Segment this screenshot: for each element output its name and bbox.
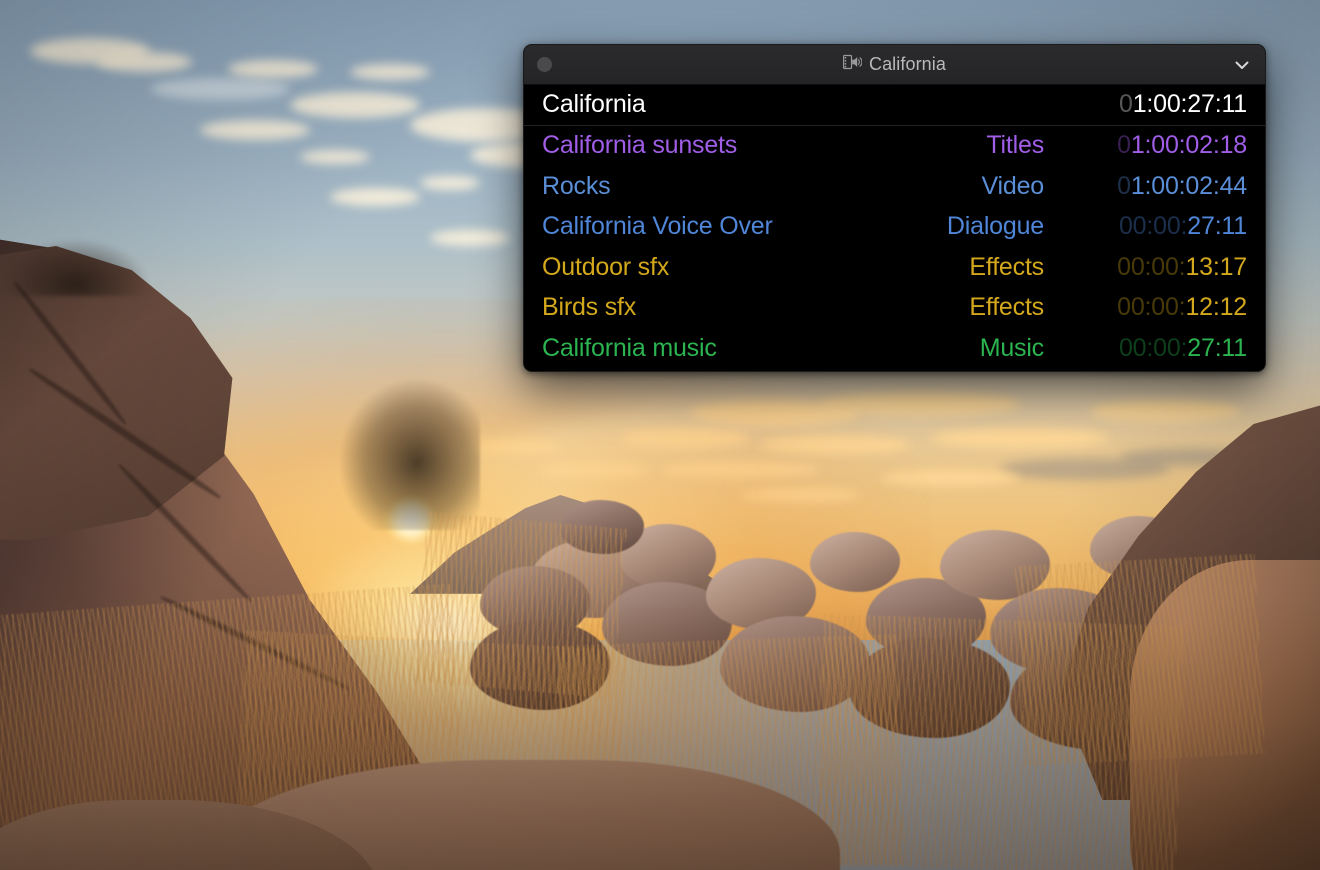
titlebar-title-group: California: [524, 54, 1265, 76]
silhouette-tree: [340, 380, 480, 530]
project-timecode: 01:00:27:11: [1059, 90, 1247, 119]
clip-role: Video: [982, 172, 1060, 201]
close-button[interactable]: [537, 57, 552, 72]
timeline-row[interactable]: Birds sfx Effects 00:00:12:12: [524, 288, 1265, 329]
project-row[interactable]: California 01:00:27:11: [524, 85, 1265, 126]
timecode-dim-prefix: 0: [1119, 90, 1133, 118]
timeline-row[interactable]: California Voice Over Dialogue 00:00:27:…: [524, 207, 1265, 248]
timeline-row[interactable]: Outdoor sfx Effects 00:00:13:17: [524, 247, 1265, 288]
cloud: [228, 60, 318, 78]
cloud: [1090, 400, 1240, 422]
cloud: [430, 230, 510, 246]
clip-name: California music: [542, 334, 980, 363]
cloud: [96, 52, 192, 72]
timecode-dim-prefix: 0: [1117, 172, 1131, 200]
cloud: [300, 150, 370, 164]
window-title: California: [869, 54, 946, 75]
project-name: California: [542, 90, 1044, 119]
window-titlebar[interactable]: California: [524, 45, 1265, 85]
clip-timecode: 01:00:02:44: [1059, 172, 1247, 201]
timecode-dim-prefix: 00:00:: [1119, 334, 1187, 362]
timecode-dim-prefix: 00:00:: [1117, 293, 1185, 321]
clip-name: California sunsets: [542, 131, 986, 160]
clip-name: Outdoor sfx: [542, 253, 969, 282]
cloud: [350, 64, 430, 80]
cloud: [290, 92, 420, 118]
timecode-value: 13:17: [1185, 253, 1247, 281]
shrub-on-rock: [0, 238, 150, 296]
cloud: [330, 188, 420, 206]
clip-role: Effects: [969, 293, 1059, 322]
film-audio-icon: [843, 54, 862, 76]
clip-name: Birds sfx: [542, 293, 969, 322]
timecode-dim-prefix: 0: [1117, 131, 1131, 159]
clip-timecode: 01:00:02:18: [1059, 131, 1247, 160]
chevron-down-icon[interactable]: [1231, 55, 1253, 75]
timeline-row[interactable]: Rocks Video 01:00:02:44: [524, 166, 1265, 207]
clip-name: California Voice Over: [542, 212, 947, 241]
timecode-value: 12:12: [1185, 293, 1247, 321]
cloud: [420, 176, 480, 190]
clip-role: Dialogue: [947, 212, 1059, 241]
timecode-value: 1:00:27:11: [1133, 90, 1247, 118]
clip-role: Titles: [986, 131, 1059, 160]
cloud: [200, 120, 310, 140]
timeline-index-list[interactable]: California 01:00:27:11 California sunset…: [524, 85, 1265, 369]
timecode-value: 1:00:02:44: [1131, 172, 1247, 200]
clip-role: Music: [980, 334, 1059, 363]
cloud: [150, 78, 290, 100]
cloud: [930, 428, 1110, 448]
timeline-index-window[interactable]: California California 01:00:27:11 Califo…: [523, 44, 1266, 372]
foreground-warm-haze: [0, 600, 1320, 870]
timecode-value: 27:11: [1187, 334, 1247, 362]
clip-timecode: 00:00:12:12: [1059, 293, 1247, 322]
timecode-value: 27:11: [1187, 212, 1247, 240]
clip-name: Rocks: [542, 172, 982, 201]
clip-role: Effects: [969, 253, 1059, 282]
timecode-dim-prefix: 00:00:: [1117, 253, 1185, 281]
timecode-dim-prefix: 00:00:: [1119, 212, 1187, 240]
timeline-row[interactable]: California music Music 00:00:27:11: [524, 328, 1265, 369]
timecode-value: 1:00:02:18: [1131, 131, 1247, 159]
clip-timecode: 00:00:27:11: [1059, 334, 1247, 363]
timeline-row[interactable]: California sunsets Titles 01:00:02:18: [524, 126, 1265, 167]
clip-timecode: 00:00:27:11: [1059, 212, 1247, 241]
clip-timecode: 00:00:13:17: [1059, 253, 1247, 282]
